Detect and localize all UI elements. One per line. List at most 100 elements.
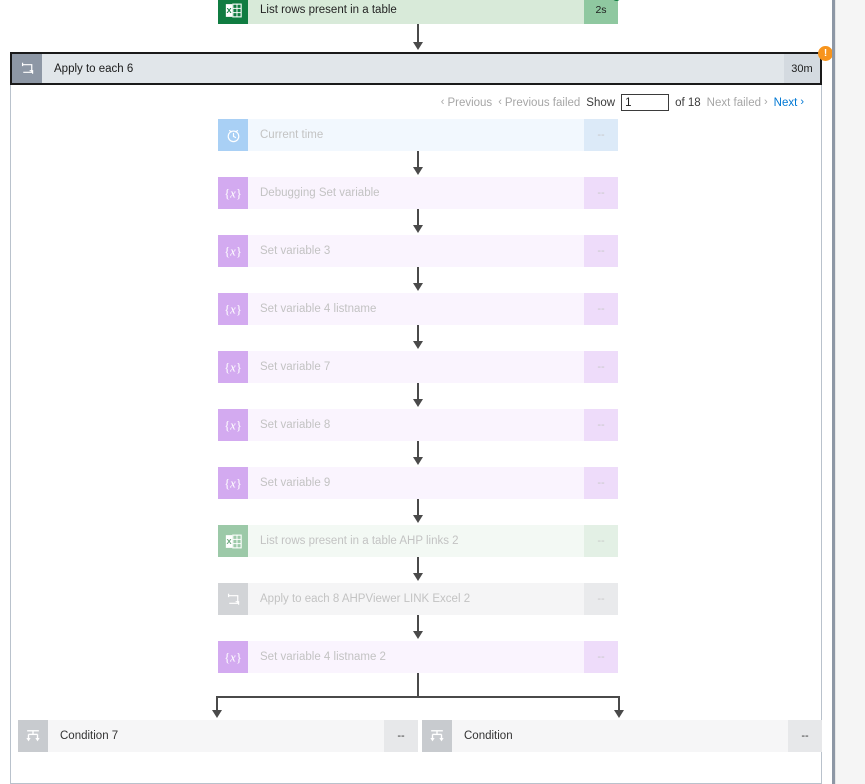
action-card-label: Set variable 3	[248, 235, 584, 267]
pagination-next-failed-label: Next failed	[706, 96, 761, 109]
action-card[interactable]: {x} Set variable 4 listname --	[218, 293, 618, 325]
scope-label: Apply to each 6	[42, 54, 784, 83]
pagination-next-button[interactable]: Next ›	[774, 97, 804, 109]
connector-arrow	[413, 225, 423, 233]
action-card-duration: --	[584, 177, 618, 209]
action-card[interactable]: {x} Set variable 3 --	[218, 235, 618, 267]
action-card-label: Set variable 7	[248, 351, 584, 383]
svg-text:{x}: {x}	[224, 302, 242, 316]
connector-arrow	[413, 167, 423, 175]
connector-arrow	[413, 631, 423, 639]
action-card-label: Set variable 8	[248, 409, 584, 441]
variable-icon: {x}	[218, 351, 248, 383]
pagination-previous-failed-label: Previous failed	[504, 96, 581, 109]
action-card-duration: --	[788, 720, 822, 752]
action-card[interactable]: Condition --	[422, 720, 822, 752]
branch-stem-line	[417, 673, 419, 698]
action-card-label: Condition 7	[48, 720, 384, 752]
chevron-left-icon: ‹	[440, 96, 445, 108]
action-card-duration: --	[584, 293, 618, 325]
branch-left-arrow	[212, 710, 222, 718]
chevron-left-icon: ‹	[498, 96, 502, 108]
action-card[interactable]: X List rows present in a table AHP links …	[218, 525, 618, 557]
action-card-duration: --	[584, 525, 618, 557]
excel-icon: X	[218, 0, 248, 24]
variable-icon: {x}	[218, 467, 248, 499]
right-side-rail	[835, 0, 865, 784]
action-card-duration: --	[584, 467, 618, 499]
clock-icon	[218, 119, 248, 151]
excel-icon: X	[218, 525, 248, 557]
svg-text:{x}: {x}	[224, 418, 242, 432]
pagination-controls: ‹ Previous ‹ Previous failed Show of 18 …	[0, 94, 818, 111]
connector-arrow	[413, 283, 423, 291]
action-card[interactable]: Apply to each 8 AHPViewer LINK Excel 2 --	[218, 583, 618, 615]
pagination-of-total-label: of 18	[675, 96, 701, 109]
loop-icon	[12, 54, 42, 83]
pagination-show-label: Show	[586, 96, 616, 109]
branch-right-arrow	[614, 710, 624, 718]
variable-icon: {x}	[218, 293, 248, 325]
svg-text:{x}: {x}	[224, 650, 242, 664]
connector-arrow	[413, 457, 423, 465]
warning-badge-icon[interactable]: !	[818, 46, 832, 61]
action-card-label: Set variable 4 listname	[248, 293, 584, 325]
connector-arrow	[413, 573, 423, 581]
action-card[interactable]: {x} Debugging Set variable --	[218, 177, 618, 209]
action-card-label: Set variable 4 listname 2	[248, 641, 584, 673]
connector-arrow	[413, 515, 423, 523]
action-card-duration: 2s	[584, 0, 618, 24]
action-card-duration: --	[584, 409, 618, 441]
scope-header-apply-to-each-6[interactable]: Apply to each 6 30m	[10, 52, 822, 85]
action-card-label: List rows present in a table	[248, 0, 584, 24]
action-card[interactable]: Current time --	[218, 119, 618, 151]
variable-icon: {x}	[218, 177, 248, 209]
connector-arrow	[413, 341, 423, 349]
pagination-next-label: Next	[773, 96, 798, 109]
svg-text:{x}: {x}	[224, 476, 242, 490]
pagination-page-input[interactable]	[621, 94, 670, 111]
action-card[interactable]: {x} Set variable 9 --	[218, 467, 618, 499]
action-card-label: Debugging Set variable	[248, 177, 584, 209]
svg-text:X: X	[226, 6, 232, 15]
action-card[interactable]: Condition 7 --	[18, 720, 418, 752]
action-card-duration: --	[584, 351, 618, 383]
pagination-previous-label: Previous	[447, 96, 493, 109]
action-card-label: Current time	[248, 119, 584, 151]
action-card-label: Condition	[452, 720, 788, 752]
loop-icon	[218, 583, 248, 615]
action-card-label: List rows present in a table AHP links 2	[248, 525, 584, 557]
action-card-duration: --	[384, 720, 418, 752]
svg-text:X: X	[226, 537, 232, 546]
pagination-previous-button[interactable]: ‹ Previous	[441, 97, 492, 109]
action-card-duration: --	[584, 235, 618, 267]
variable-icon: {x}	[218, 409, 248, 441]
action-card-label: Apply to each 8 AHPViewer LINK Excel 2	[248, 583, 584, 615]
condition-icon	[18, 720, 48, 752]
action-card-list-rows-present-in-a-table[interactable]: X List rows present in a table 2s	[218, 0, 621, 24]
variable-icon: {x}	[218, 235, 248, 267]
action-card-duration: --	[584, 641, 618, 673]
warning-badge-label: !	[823, 48, 828, 59]
action-card-duration: --	[584, 583, 618, 615]
pagination-previous-failed-button[interactable]: ‹ Previous failed	[498, 97, 580, 109]
chevron-right-icon: ›	[764, 96, 768, 108]
action-card[interactable]: {x} Set variable 4 listname 2 --	[218, 641, 618, 673]
branch-horizontal-line	[216, 696, 620, 698]
action-card-label: Set variable 9	[248, 467, 584, 499]
chevron-right-icon: ›	[800, 96, 804, 108]
pagination-next-failed-button[interactable]: Next failed ›	[707, 97, 768, 109]
variable-icon: {x}	[218, 641, 248, 673]
svg-text:{x}: {x}	[224, 244, 242, 258]
connector-arrow	[413, 399, 423, 407]
connector-line	[417, 24, 419, 44]
connector-arrow	[413, 42, 423, 50]
action-card-duration: --	[584, 119, 618, 151]
svg-text:{x}: {x}	[224, 186, 242, 200]
workflow-canvas: X List rows present in a table 2s Apply …	[0, 0, 832, 784]
condition-icon	[422, 720, 452, 752]
svg-text:{x}: {x}	[224, 360, 242, 374]
action-card[interactable]: {x} Set variable 8 --	[218, 409, 618, 441]
scope-duration: 30m	[784, 54, 820, 83]
action-card[interactable]: {x} Set variable 7 --	[218, 351, 618, 383]
